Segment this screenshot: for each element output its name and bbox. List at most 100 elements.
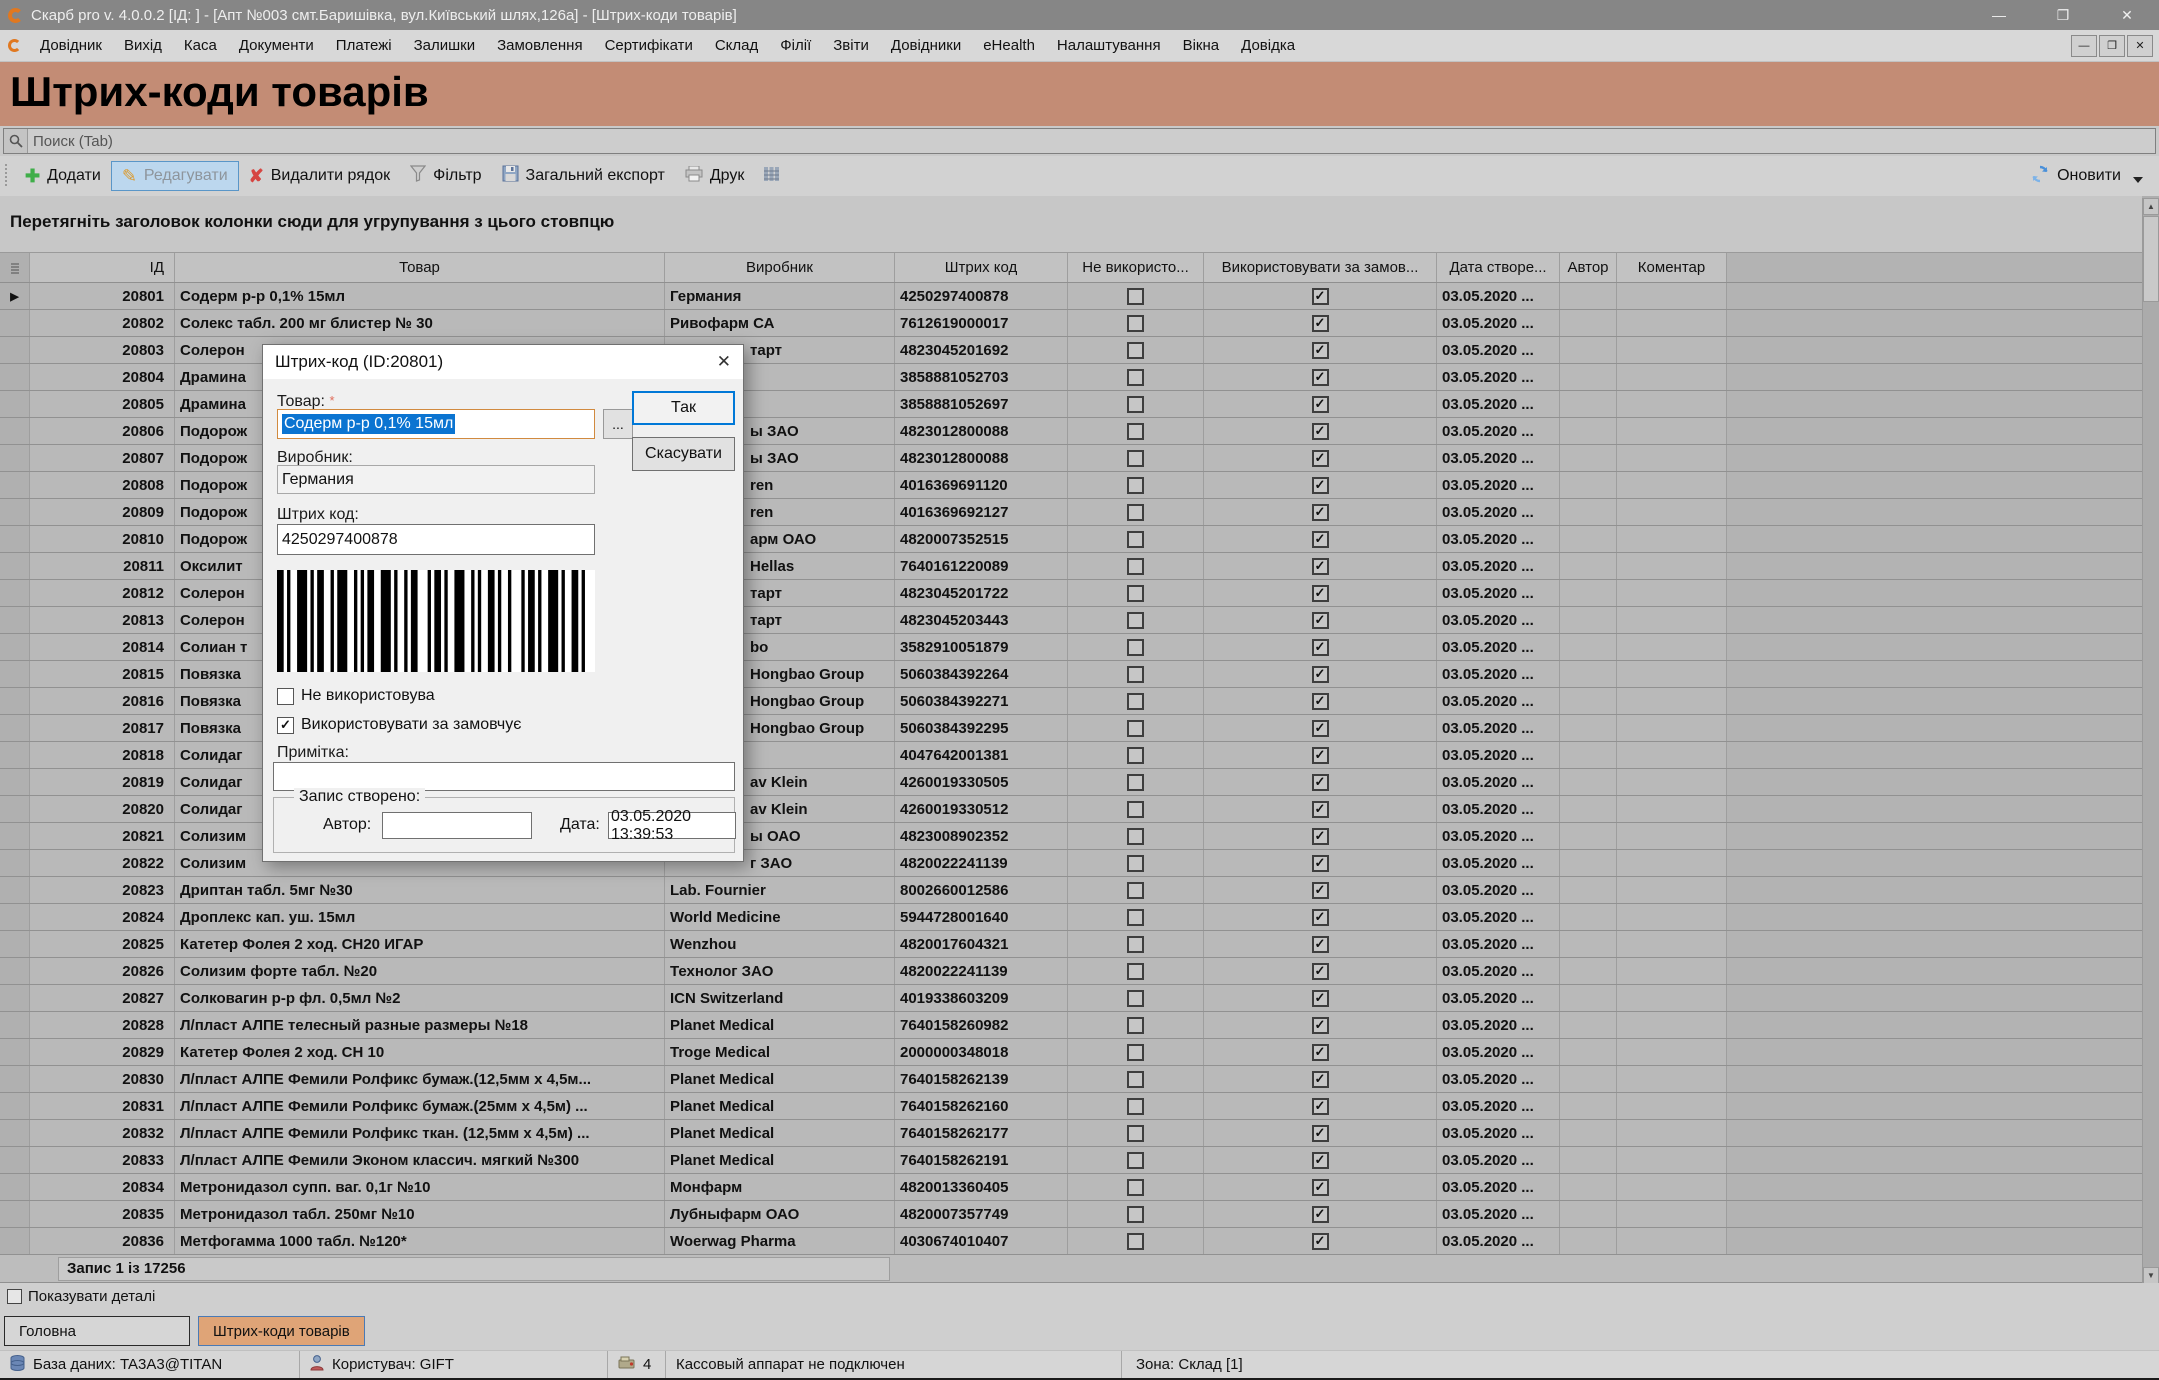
not-used-checkbox[interactable] [1127, 369, 1144, 386]
default-use-checkbox[interactable] [1312, 342, 1329, 359]
add-button[interactable]: ✚ Додати [15, 162, 111, 190]
not-used-checkbox[interactable] [1127, 909, 1144, 926]
default-use-checkbox[interactable] [1312, 423, 1329, 440]
default-use-checkbox[interactable] [1312, 963, 1329, 980]
menu-item-14[interactable]: Налаштування [1046, 37, 1172, 54]
print-button[interactable]: Друк [675, 161, 755, 192]
default-use-checkbox[interactable] [1312, 990, 1329, 1007]
filter-button[interactable]: Фільтр [400, 160, 491, 192]
chevron-down-icon[interactable] [2133, 177, 2143, 183]
default-use-checkbox[interactable] [1312, 747, 1329, 764]
checkbox-icon[interactable] [7, 1289, 22, 1304]
menu-item-12[interactable]: Довідники [880, 37, 972, 54]
default-use-checkbox[interactable] [1312, 828, 1329, 845]
default-use-checkbox[interactable] [1312, 882, 1329, 899]
default-use-checkbox[interactable] [1312, 1044, 1329, 1061]
table-row[interactable]: 20825Катетер Фолея 2 ход. СН20 ИГАРWenzh… [0, 931, 2142, 958]
not-used-checkbox[interactable] [1127, 828, 1144, 845]
not-used-checkbox[interactable] [1127, 963, 1144, 980]
menu-item-9[interactable]: Склад [704, 37, 769, 54]
default-use-checkbox[interactable] [1312, 1152, 1329, 1169]
default-use-checkbox[interactable] [1312, 1071, 1329, 1088]
checkbox-icon[interactable] [277, 717, 294, 734]
table-row[interactable]: 20833Л/пласт АЛПЕ Фемили Эконом классич.… [0, 1147, 2142, 1174]
menu-item-3[interactable]: Каса [173, 37, 228, 54]
column-chooser-button[interactable] [754, 161, 789, 192]
menu-item-1[interactable]: Довідник [29, 37, 113, 54]
default-use-checkbox[interactable] [1312, 1017, 1329, 1034]
not-used-checkbox[interactable] [1127, 855, 1144, 872]
refresh-button[interactable]: Оновити [2031, 165, 2143, 188]
table-row[interactable]: 20830Л/пласт АЛПЕ Фемили Ролфикс бумаж.(… [0, 1066, 2142, 1093]
table-row[interactable]: 20834Метронидазол супп. ваг. 0,1г №10Мон… [0, 1174, 2142, 1201]
default-use-checkbox[interactable] [1312, 1206, 1329, 1223]
note-input[interactable] [273, 762, 735, 791]
default-use-checkbox[interactable] [1312, 504, 1329, 521]
mdi-restore-button[interactable]: ❐ [2099, 35, 2125, 57]
not-used-checkbox[interactable] [1127, 1044, 1144, 1061]
default-use-checkbox[interactable] [1312, 936, 1329, 953]
column-header[interactable]: Використовувати за замов... [1204, 253, 1437, 282]
not-used-checkbox[interactable] [1127, 558, 1144, 575]
author-input[interactable] [382, 812, 532, 839]
default-use-checkbox[interactable] [1312, 1098, 1329, 1115]
vertical-scrollbar[interactable]: ▲ ▼ [2142, 198, 2159, 1284]
not-used-checkbox[interactable] [1127, 396, 1144, 413]
default-use-checkbox[interactable] [1312, 1179, 1329, 1196]
table-row[interactable]: 20831Л/пласт АЛПЕ Фемили Ролфикс бумаж.(… [0, 1093, 2142, 1120]
default-use-checkbox[interactable] [1312, 666, 1329, 683]
column-header[interactable]: ІД [30, 253, 175, 282]
not-used-checkbox[interactable] [1127, 1152, 1144, 1169]
not-used-checkbox[interactable] [1127, 720, 1144, 737]
default-use-checkbox[interactable] [1312, 1233, 1329, 1250]
menu-item-10[interactable]: Філії [769, 37, 822, 54]
default-use-checkbox[interactable] [1312, 693, 1329, 710]
not-used-checkbox[interactable] [1127, 1098, 1144, 1115]
menu-item-11[interactable]: Звіти [822, 37, 880, 54]
default-use-checkbox[interactable] [1312, 450, 1329, 467]
not-used-checkbox[interactable] [1127, 747, 1144, 764]
checkbox-icon[interactable] [277, 688, 294, 705]
table-row[interactable]: 20827Солковагин р-р фл. 0,5мл №2ICN Swit… [0, 985, 2142, 1012]
close-button[interactable]: ✕ [2095, 0, 2159, 30]
scroll-up-icon[interactable]: ▲ [2143, 198, 2159, 215]
column-header[interactable]: Дата створе... [1437, 253, 1560, 282]
not-used-checkbox[interactable] [1127, 585, 1144, 602]
not-used-checkbox[interactable] [1127, 693, 1144, 710]
dialog-title-bar[interactable]: Штрих-код (ID:20801) ✕ [263, 345, 743, 379]
scroll-down-icon[interactable]: ▼ [2143, 1267, 2159, 1284]
browse-button[interactable]: ... [603, 409, 633, 439]
not-used-checkbox[interactable] [1127, 1125, 1144, 1142]
column-header[interactable]: Не використо... [1068, 253, 1204, 282]
default-use-checkbox[interactable]: Використовувати за замовчує [277, 716, 521, 734]
menu-item-4[interactable]: Документи [228, 37, 325, 54]
not-used-checkbox[interactable] [1127, 801, 1144, 818]
show-details-checkbox[interactable]: Показувати деталі [7, 1288, 155, 1305]
menu-item-5[interactable]: Платежі [325, 37, 403, 54]
delete-row-button[interactable]: ✘ Видалити рядок [239, 162, 401, 190]
table-row[interactable]: 20828Л/пласт АЛПЕ телесный разные размер… [0, 1012, 2142, 1039]
not-used-checkbox[interactable] [1127, 1017, 1144, 1034]
mdi-minimize-button[interactable]: — [2071, 35, 2097, 57]
not-used-checkbox[interactable] [1127, 423, 1144, 440]
not-used-checkbox[interactable] [1127, 288, 1144, 305]
product-input[interactable]: Содерм р-р 0,1% 15мл [277, 409, 595, 439]
barcode-input[interactable]: 4250297400878 [277, 524, 595, 555]
minimize-button[interactable]: — [1967, 0, 2031, 30]
not-used-checkbox[interactable] [1127, 531, 1144, 548]
table-row[interactable]: 20835Метронидазол табл. 250мг №10Лубныфа… [0, 1201, 2142, 1228]
menu-item-6[interactable]: Залишки [403, 37, 487, 54]
search-icon[interactable] [4, 129, 28, 153]
default-use-checkbox[interactable] [1312, 288, 1329, 305]
table-row[interactable]: 20829Катетер Фолея 2 ход. СН 10Troge Med… [0, 1039, 2142, 1066]
column-header[interactable]: Автор [1560, 253, 1617, 282]
export-button[interactable]: Загальний експорт [492, 160, 675, 192]
not-used-checkbox[interactable] [1127, 774, 1144, 791]
tab-main[interactable]: Головна [4, 1316, 190, 1346]
edit-button[interactable]: ✎ Редагувати [111, 161, 239, 191]
column-header[interactable]: Виробник [665, 253, 895, 282]
table-row[interactable]: 20832Л/пласт АЛПЕ Фемили Ролфикс ткан. (… [0, 1120, 2142, 1147]
menu-item-2[interactable]: Вихід [113, 37, 173, 54]
not-used-checkbox[interactable] [1127, 1206, 1144, 1223]
table-row[interactable]: 20823Дриптан табл. 5мг №30Lab. Fournier8… [0, 877, 2142, 904]
